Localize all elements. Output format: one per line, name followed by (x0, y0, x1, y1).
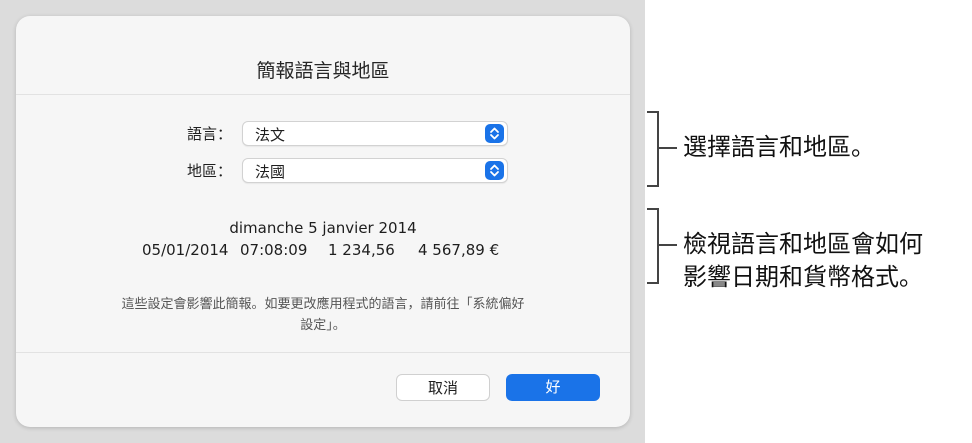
language-label: 語言： (186, 125, 232, 143)
callout-preview: 檢視語言和地區會如何 影響日期和貨幣格式。 (683, 228, 923, 294)
dialog-title: 簡報語言與地區 (256, 60, 390, 82)
ok-button[interactable]: 好 (506, 374, 600, 401)
settings-note-line2: 設定」。 (300, 318, 346, 333)
preview-long-date: dimanche 5 janvier 2014 (229, 219, 417, 237)
region-select-value: 法國 (255, 163, 286, 181)
preview-number: 1 234,56 (328, 241, 395, 259)
language-select-chevron-icon[interactable] (485, 124, 504, 143)
callout-line-language (659, 147, 677, 149)
cancel-button[interactable]: 取消 (396, 374, 490, 401)
preview-currency: 4 567,89 € (418, 241, 500, 259)
settings-note-line1: 這些設定會影響此簡報。如要更改應用程式的語言，請前往「系統偏好 (121, 297, 525, 312)
language-select-value: 法文 (255, 126, 286, 144)
preview-time: 07:08:09 (240, 241, 308, 259)
region-label: 地區： (186, 162, 232, 180)
language-select[interactable]: 法文 (242, 121, 508, 146)
callout-language-region: 選擇語言和地區。 (683, 133, 875, 161)
region-select-chevron-icon[interactable] (485, 161, 504, 180)
callout-bracket-language (647, 111, 659, 187)
callout-preview-line2: 影響日期和貨幣格式。 (683, 263, 923, 291)
preview-short-date: 05/01/2014 (142, 241, 229, 259)
callout-preview-line1: 檢視語言和地區會如何 (683, 230, 923, 258)
settings-note: 這些設定會影響此簡報。如要更改應用程式的語言，請前往「系統偏好 設定」。 (72, 294, 574, 336)
callout-line-preview (659, 244, 677, 246)
header-divider (16, 94, 630, 95)
footer-divider (16, 352, 630, 353)
language-region-dialog: 簡報語言與地區 語言： 法文 地區： 法國 dimanche 5 janvier… (16, 16, 630, 427)
callout-bracket-preview (647, 208, 659, 284)
region-select[interactable]: 法國 (242, 158, 508, 183)
